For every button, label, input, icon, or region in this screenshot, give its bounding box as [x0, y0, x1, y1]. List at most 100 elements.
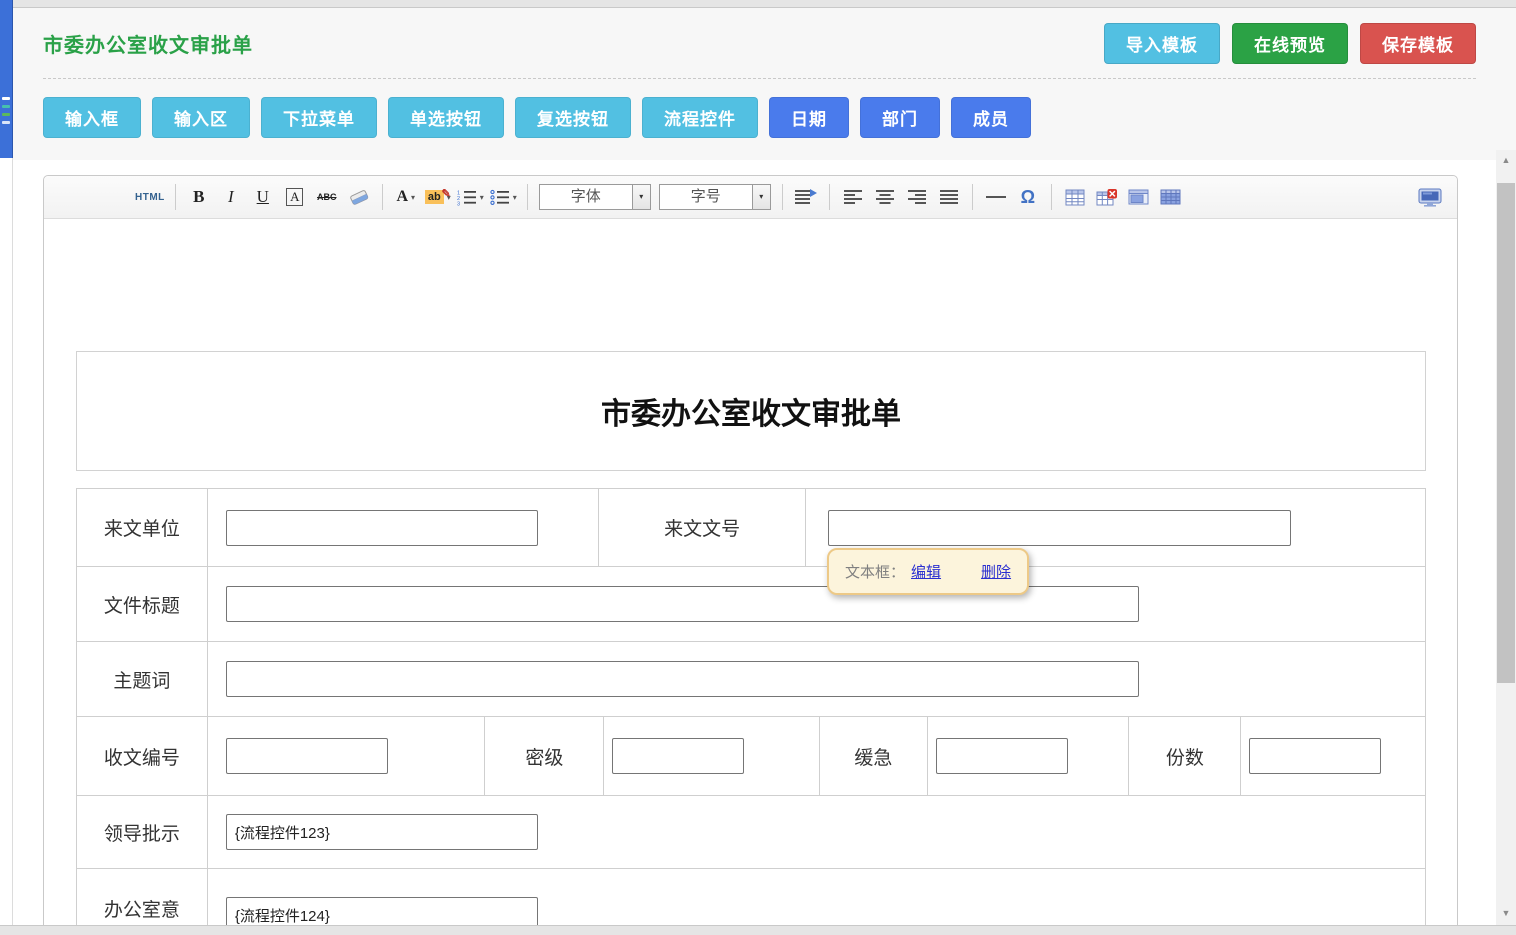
toolbar-separator	[782, 184, 783, 210]
unordered-list-button[interactable]: ▾	[490, 182, 517, 212]
align-right-button[interactable]	[904, 182, 930, 212]
svg-text:3: 3	[457, 201, 460, 206]
incoming-unit-input-cell	[208, 489, 599, 566]
fullscreen-button[interactable]	[1417, 182, 1443, 212]
eraser-icon	[349, 189, 369, 206]
header-top-row: 市委办公室收文审批单 导入模板 在线预览 保存模板	[43, 8, 1476, 78]
toolbar-separator	[972, 184, 973, 210]
urgency-input-cell	[928, 717, 1130, 795]
delete-table-button[interactable]	[1094, 182, 1120, 212]
leader-remarks-input[interactable]	[226, 814, 538, 850]
align-left-icon	[844, 190, 862, 204]
remove-format-button[interactable]	[346, 182, 372, 212]
highlight-color-button[interactable]: ab✎ ▾	[425, 182, 451, 212]
tool-textarea-button[interactable]: 输入区	[152, 97, 250, 138]
chevron-down-icon: ▾	[513, 193, 517, 202]
html-icon: HTML	[135, 192, 165, 203]
table-row: 收文编号 密级 缓急	[77, 717, 1425, 796]
window-bottom-edge	[0, 925, 1516, 935]
copies-label: 份数	[1129, 743, 1240, 770]
leader-remarks-label: 领导批示	[77, 819, 207, 846]
chevron-down-icon: ▾	[632, 185, 650, 209]
indent-icon	[795, 189, 817, 205]
content-area: HTML B I U A ABC A ▾ ab✎	[13, 160, 1516, 935]
dashed-divider	[43, 78, 1476, 79]
ordered-list-button[interactable]: 1 2 3 ▾	[457, 182, 484, 212]
cell-properties-icon	[1160, 189, 1181, 205]
leader-remarks-input-cell	[208, 796, 1425, 868]
save-template-button[interactable]: 保存模板	[1360, 23, 1476, 64]
serial-input[interactable]	[226, 738, 388, 774]
align-justify-button[interactable]	[936, 182, 962, 212]
tool-date-button[interactable]: 日期	[769, 97, 849, 138]
tool-department-button[interactable]: 部门	[860, 97, 940, 138]
online-preview-button[interactable]: 在线预览	[1232, 23, 1348, 64]
bold-button[interactable]: B	[186, 182, 212, 212]
copies-input[interactable]	[1249, 738, 1381, 774]
unordered-list-icon	[490, 189, 510, 206]
font-size-select[interactable]: 字号 ▾	[659, 184, 771, 210]
document-title-cell: 市委办公室收文审批单	[76, 351, 1426, 471]
mini-icon	[2, 121, 10, 124]
scroll-up-arrow-icon[interactable]: ▲	[1496, 152, 1516, 168]
incoming-number-input[interactable]	[828, 510, 1291, 546]
serial-label: 收文编号	[77, 743, 207, 770]
secrecy-input-cell	[604, 717, 820, 795]
urgency-label: 缓急	[820, 743, 927, 770]
vertical-scrollbar[interactable]: ▲ ▼	[1496, 150, 1516, 935]
align-left-button[interactable]	[840, 182, 866, 212]
toolbar-separator	[829, 184, 830, 210]
incoming-unit-input[interactable]	[226, 510, 538, 546]
table-icon	[1065, 189, 1085, 206]
subject-label-cell: 主题词	[77, 642, 208, 716]
subject-input[interactable]	[226, 661, 1139, 697]
italic-icon: I	[228, 187, 234, 207]
urgency-input[interactable]	[936, 738, 1068, 774]
tool-flow-control-button[interactable]: 流程控件	[642, 97, 758, 138]
delete-field-link[interactable]: 删除	[981, 564, 1011, 581]
ordered-list-icon: 1 2 3	[457, 189, 477, 206]
subject-label: 主题词	[77, 666, 207, 693]
doc-title-label-cell: 文件标题	[77, 567, 208, 641]
special-char-button[interactable]: Ω	[1015, 182, 1041, 212]
tool-checkbox-button[interactable]: 复选按钮	[515, 97, 631, 138]
toolbar-separator	[527, 184, 528, 210]
page-left-margin	[0, 158, 13, 935]
tool-dropdown-button[interactable]: 下拉菜单	[261, 97, 377, 138]
import-template-button[interactable]: 导入模板	[1104, 23, 1220, 64]
secrecy-label: 密级	[485, 743, 603, 770]
scrollbar-thumb[interactable]	[1497, 183, 1515, 683]
mini-icon	[2, 97, 10, 100]
copies-input-cell	[1241, 717, 1425, 795]
italic-button[interactable]: I	[218, 182, 244, 212]
table-row: 文件标题	[77, 567, 1425, 642]
font-color-button[interactable]: A ▾	[393, 182, 419, 212]
html-source-button[interactable]: HTML	[135, 182, 165, 212]
edit-field-link[interactable]: 编辑	[911, 564, 941, 581]
align-center-button[interactable]	[872, 182, 898, 212]
cell-properties-button[interactable]	[1158, 182, 1184, 212]
font-color-icon: A	[396, 188, 408, 206]
table-row: 来文单位 来文文号	[77, 489, 1425, 567]
scroll-down-arrow-icon[interactable]: ▼	[1496, 905, 1516, 921]
insert-table-button[interactable]	[1062, 182, 1088, 212]
underline-button[interactable]: U	[250, 182, 276, 212]
align-justify-icon	[940, 190, 958, 204]
page-title: 市委办公室收文审批单	[43, 29, 253, 58]
subject-input-cell	[208, 642, 1425, 716]
table-properties-icon	[1128, 189, 1149, 205]
field-edit-tooltip: 文本框：编辑删除	[827, 548, 1029, 595]
indent-button[interactable]	[793, 182, 819, 212]
rich-text-editor: HTML B I U A ABC A ▾ ab✎	[43, 175, 1458, 935]
horizontal-rule-button[interactable]	[983, 182, 1009, 212]
highlight-icon: ab✎	[425, 190, 444, 204]
format-button[interactable]: A	[282, 182, 308, 212]
table-properties-button[interactable]	[1126, 182, 1152, 212]
tool-input-box-button[interactable]: 输入框	[43, 97, 141, 138]
tool-member-button[interactable]: 成员	[951, 97, 1031, 138]
secrecy-input[interactable]	[612, 738, 744, 774]
strikethrough-button[interactable]: ABC	[314, 182, 340, 212]
font-family-select[interactable]: 字体 ▾	[539, 184, 651, 210]
editor-canvas[interactable]: 市委办公室收文审批单 来文单位 来文文号	[44, 219, 1457, 935]
tool-radio-button[interactable]: 单选按钮	[388, 97, 504, 138]
